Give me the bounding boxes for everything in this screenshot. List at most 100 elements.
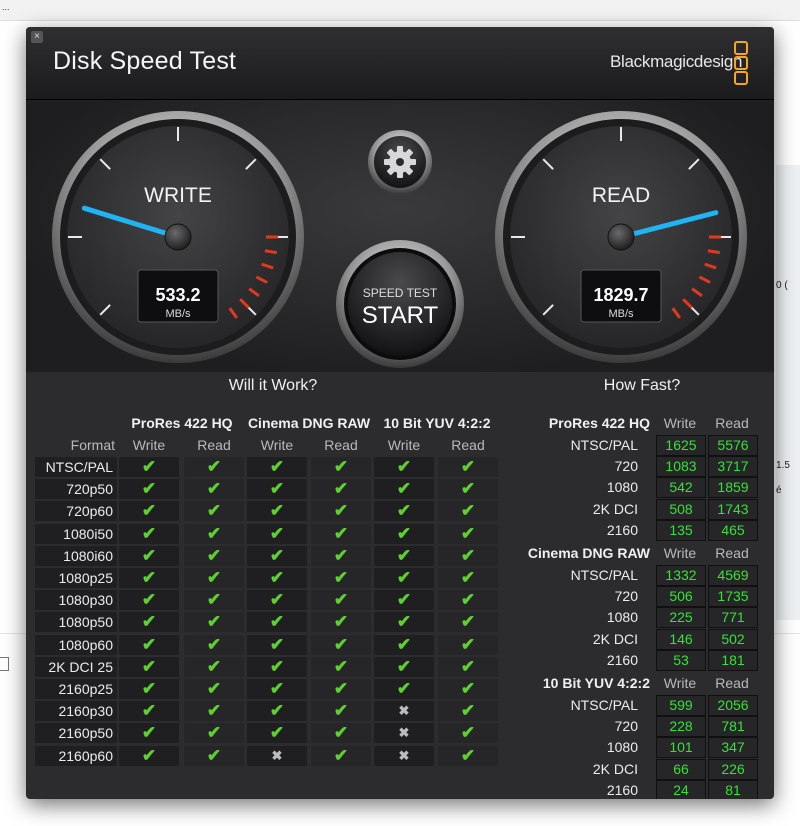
checkmark-icon: ✔: [141, 656, 157, 676]
checkmark-icon: ✔: [396, 590, 412, 610]
checkmark-icon: ✔: [269, 634, 285, 654]
checkmark-icon: ✔: [141, 568, 157, 587]
disk-speed-test-window: × Disk Speed Test Blackmagicdesign WRITE…: [26, 27, 774, 799]
compatibility-cell: ✔: [311, 590, 371, 611]
start-speed-test-button[interactable]: SPEED TEST START: [336, 240, 464, 368]
checkmark-icon: ✔: [206, 590, 222, 610]
read-fps-value: 2056: [708, 695, 758, 716]
format-label: 1080i60: [63, 547, 113, 564]
format-label: 1080p25: [58, 570, 113, 586]
write-fps-value: 542: [656, 477, 706, 499]
compatibility-cell: ✔: [311, 612, 371, 633]
checkmark-icon: ✔: [141, 523, 157, 543]
write-fps-value: 101: [656, 737, 706, 759]
codec-group-header: ProRes 422 HQ: [548, 415, 650, 431]
compatibility-cell: ✔: [374, 656, 434, 677]
compatibility-cell: ✔: [374, 457, 434, 477]
checkmark-icon: ✔: [460, 679, 476, 698]
compatibility-cell: ✔: [374, 479, 434, 500]
settings-button[interactable]: [368, 130, 432, 194]
checkmark-icon: ✔: [460, 545, 476, 565]
write-fps-value: 225: [656, 607, 706, 629]
checkmark-icon: ✔: [269, 723, 285, 743]
read-fps-value: 4569: [708, 565, 758, 586]
checkmark-icon: ✔: [269, 479, 285, 499]
compatibility-cell: ✔: [184, 590, 244, 611]
compatibility-cell: ✔: [311, 656, 371, 677]
compatibility-cell: ✔: [119, 545, 179, 566]
checkmark-icon: ✔: [460, 523, 476, 543]
checkmark-icon: ✔: [141, 501, 157, 521]
read-gauge: READ 1829.7 MB/s: [495, 111, 747, 363]
checkmark-icon: ✔: [269, 501, 285, 521]
checkmark-icon: ✔: [269, 701, 285, 721]
speed-format-label: NTSC/PAL: [570, 567, 638, 583]
read-fps-value: 5576: [708, 435, 758, 456]
speed-format-label: NTSC/PAL: [570, 437, 638, 453]
compatibility-cell: ✔: [311, 723, 371, 744]
write-fps-value: 1332: [656, 565, 706, 586]
checkmark-icon: ✔: [206, 545, 222, 565]
codec-group-header: Cinema DNG RAW: [527, 545, 650, 561]
write-speed-unit: MB/s: [165, 308, 191, 320]
read-fps-value: 347: [708, 737, 758, 759]
checkmark-icon: ✔: [333, 501, 349, 521]
write-column-header: Write: [663, 675, 697, 691]
checkmark-icon: ✔: [333, 745, 349, 765]
compatibility-cell: ✔: [119, 590, 179, 611]
speed-format-label: 720: [614, 458, 638, 475]
write-speed-value: 533.2: [155, 285, 200, 305]
speed-format-label: 1080: [606, 479, 638, 496]
compatibility-cell: ✔: [374, 545, 434, 566]
compatibility-cell: ✔: [247, 523, 307, 544]
read-fps-value: 465: [708, 519, 758, 541]
gauge-redline-tick: [707, 249, 721, 255]
checkmark-icon: ✔: [206, 479, 222, 499]
compatibility-cell: ✔: [247, 679, 307, 699]
checkmark-icon: ✔: [333, 723, 349, 743]
checkmark-icon: ✔: [396, 612, 412, 632]
compatibility-cell: ✔: [374, 568, 434, 588]
compatibility-cell: ✔: [119, 501, 179, 522]
write-fps-value: 1083: [656, 456, 706, 478]
checkmark-icon: ✔: [141, 479, 157, 499]
speed-format-label: 720: [614, 588, 638, 605]
speed-format-label: 2K DCI: [592, 500, 638, 517]
checkmark-icon: ✔: [206, 523, 222, 543]
speed-format-label: 2K DCI: [592, 630, 638, 647]
compatibility-cell: ✔: [438, 590, 498, 611]
format-label: 720p50: [66, 481, 113, 498]
read-fps-value: 1859: [708, 477, 758, 499]
compatibility-cell: ✔: [311, 634, 371, 655]
compatibility-cell: ✔: [247, 656, 307, 677]
checkmark-icon: ✔: [333, 612, 349, 632]
checkmark-icon: ✔: [269, 590, 285, 610]
compatibility-cell: ✔: [119, 679, 179, 699]
speed-format-label: NTSC/PAL: [570, 697, 638, 713]
how-fast-panel: How Fast? ProRes 422 HQ Write Read NTSC/PAL…: [514, 373, 770, 799]
compatibility-cell: ✔: [438, 679, 498, 699]
checkmark-icon: ✔: [333, 590, 349, 610]
compatibility-cell: ✖: [247, 745, 307, 766]
background-divider: [0, 633, 26, 634]
compatibility-cell: ✔: [247, 479, 307, 500]
checkmark-icon: ✔: [269, 568, 285, 587]
checkmark-icon: ✔: [396, 501, 412, 521]
compatibility-cell: ✔: [438, 745, 498, 766]
compatibility-cell: ✔: [247, 568, 307, 588]
compatibility-cell: ✔: [311, 501, 371, 522]
compatibility-cell: ✔: [438, 656, 498, 677]
checkmark-icon: ✔: [460, 479, 476, 499]
format-label: 1080p30: [58, 592, 113, 609]
compatibility-cell: ✔: [374, 501, 434, 522]
compatibility-cell: ✔: [311, 523, 371, 544]
compatibility-cell: ✔: [184, 457, 244, 477]
start-button-label: START: [362, 302, 439, 329]
format-label: 720p60: [66, 503, 113, 520]
write-fps-value: 599: [656, 695, 706, 716]
close-button[interactable]: ×: [31, 31, 43, 43]
compatibility-cell: ✔: [438, 479, 498, 500]
checkmark-icon: ✔: [206, 745, 222, 765]
checkmark-icon: ✔: [269, 523, 285, 543]
brand-name: Blackmagicdesign: [610, 52, 743, 71]
